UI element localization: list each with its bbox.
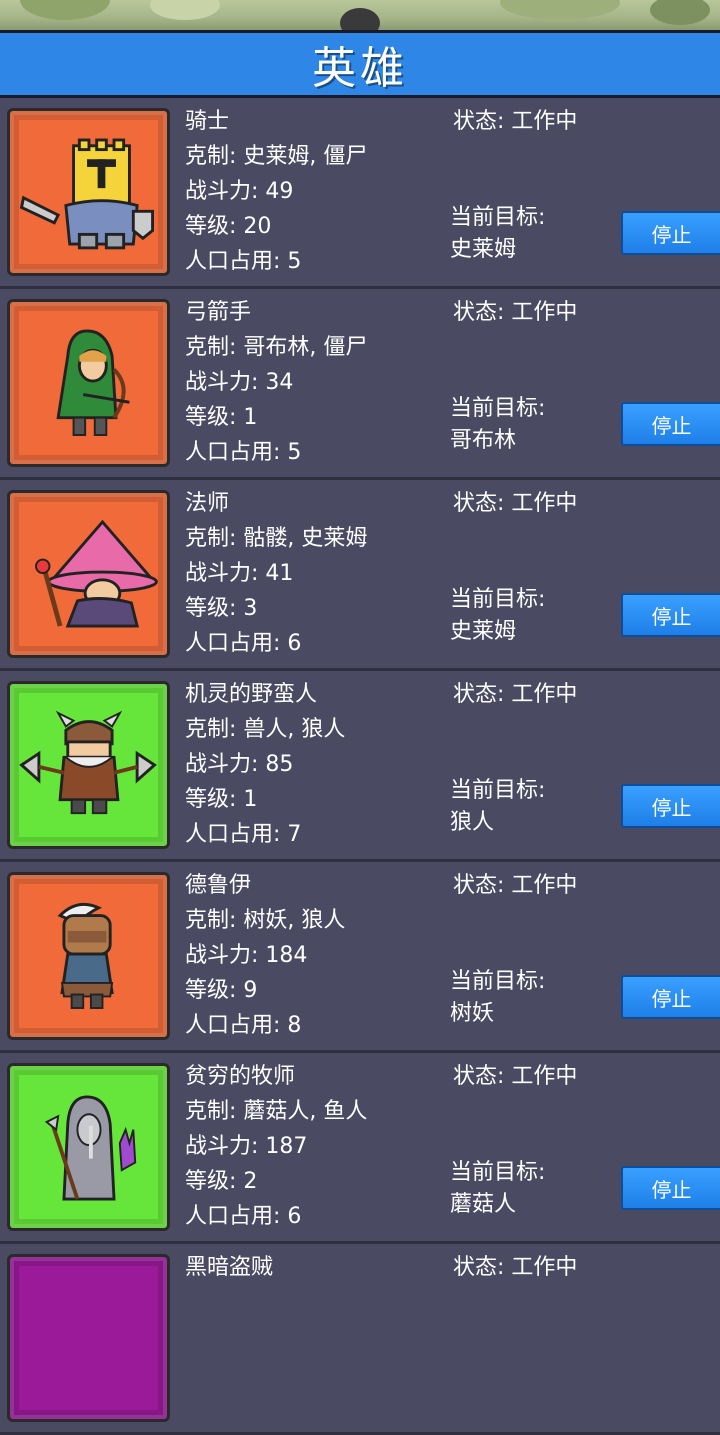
stop-button[interactable]: 停止 (621, 975, 720, 1019)
hero-level: 等级: 20 (185, 214, 272, 239)
hero-power: 战斗力: 187 (185, 1134, 308, 1159)
current-target-value: 哥布林 (450, 428, 517, 453)
current-target-label: 当前目标: (450, 969, 546, 994)
hero-info: 贫穷的牧师克制: 蘑菇人, 鱼人 战斗力: 187 等级: 2 人口占用: 6 (185, 1059, 367, 1234)
hero-name: 法师 (185, 491, 230, 516)
current-target-value: 狼人 (450, 810, 495, 835)
current-target-value: 树妖 (450, 1001, 495, 1026)
stop-button[interactable]: 停止 (621, 211, 720, 255)
hero-row[interactable]: 机灵的野蛮人克制: 兽人, 狼人 战斗力: 85 等级: 1 人口占用: 7 状态: 工… (0, 671, 720, 862)
hero-name: 骑士 (185, 109, 230, 134)
hero-row[interactable]: 贫穷的牧师克制: 蘑菇人, 鱼人 战斗力: 187 等级: 2 人口占用: 6 状态: … (0, 1053, 720, 1244)
hero-power: 战斗力: 184 (185, 943, 308, 968)
hero-power: 战斗力: 34 (185, 370, 294, 395)
stop-button[interactable]: 停止 (621, 784, 720, 828)
hero-power: 战斗力: 85 (185, 752, 294, 777)
hero-status: 状态: 工作中 (453, 109, 578, 134)
hero-name: 机灵的野蛮人 (185, 682, 318, 707)
current-target-label: 当前目标: (450, 396, 546, 421)
hero-level: 等级: 9 (185, 978, 258, 1003)
current-target-label: 当前目标: (450, 778, 546, 803)
hero-row[interactable]: 骑士克制: 史莱姆, 僵尸 战斗力: 49 等级: 20 人口占用: 5 状态: 工作中… (0, 98, 720, 289)
current-target-label: 当前目标: (450, 1160, 546, 1185)
hero-row[interactable]: 德鲁伊克制: 树妖, 狼人 战斗力: 184 等级: 9 人口占用: 8 状态: 工作中… (0, 862, 720, 1053)
hero-level: 等级: 3 (185, 596, 258, 621)
hero-population: 人口占用: 6 (185, 1204, 302, 1229)
hero-level: 等级: 1 (185, 405, 258, 430)
page-title: 英雄 (312, 43, 408, 94)
background-scene (0, 0, 720, 30)
hero-counter: 克制: 树妖, 狼人 (185, 908, 346, 933)
hero-info: 法师克制: 骷髅, 史莱姆 战斗力: 41 等级: 3 人口占用: 6 (185, 486, 367, 661)
hero-counter: 克制: 骷髅, 史莱姆 (185, 526, 368, 551)
hero-list[interactable]: 骑士克制: 史莱姆, 僵尸 战斗力: 49 等级: 20 人口占用: 5 状态: 工作中… (0, 98, 720, 1435)
hero-counter: 克制: 蘑菇人, 鱼人 (185, 1099, 368, 1124)
hero-portrait[interactable] (7, 108, 170, 276)
hero-population: 人口占用: 5 (185, 249, 302, 274)
hero-population: 人口占用: 7 (185, 822, 302, 847)
hero-power: 战斗力: 41 (185, 561, 294, 586)
hero-portrait[interactable] (7, 872, 170, 1040)
hero-name: 德鲁伊 (185, 873, 252, 898)
hero-portrait[interactable] (7, 681, 170, 849)
hero-portrait[interactable] (7, 299, 170, 467)
hero-status: 状态: 工作中 (453, 873, 578, 898)
hero-counter: 克制: 史莱姆, 僵尸 (185, 144, 368, 169)
title-bar: 英雄 (0, 30, 720, 98)
current-target-value: 史莱姆 (450, 237, 517, 262)
stop-button[interactable]: 停止 (621, 402, 720, 446)
hero-power: 战斗力: 49 (185, 179, 294, 204)
current-target-value: 史莱姆 (450, 619, 517, 644)
hero-status: 状态: 工作中 (453, 300, 578, 325)
hero-name: 弓箭手 (185, 300, 252, 325)
current-target-value: 蘑菇人 (450, 1192, 517, 1217)
stop-button[interactable]: 停止 (621, 1166, 720, 1210)
current-target-label: 当前目标: (450, 205, 546, 230)
hero-population: 人口占用: 5 (185, 440, 302, 465)
hero-portrait[interactable] (7, 490, 170, 658)
hero-level: 等级: 1 (185, 787, 258, 812)
hero-status: 状态: 工作中 (453, 1064, 578, 1089)
hero-level: 等级: 2 (185, 1169, 258, 1194)
hero-population: 人口占用: 6 (185, 631, 302, 656)
hero-portrait[interactable] (7, 1254, 170, 1422)
stop-button[interactable]: 停止 (621, 593, 720, 637)
hero-status: 状态: 工作中 (453, 682, 578, 707)
hero-row[interactable]: 弓箭手克制: 哥布林, 僵尸 战斗力: 34 等级: 1 人口占用: 5 状态: 工作中… (0, 289, 720, 480)
hero-info: 德鲁伊克制: 树妖, 狼人 战斗力: 184 等级: 9 人口占用: 8 (185, 868, 345, 1043)
hero-info: 骑士克制: 史莱姆, 僵尸 战斗力: 49 等级: 20 人口占用: 5 (185, 104, 367, 279)
hero-status: 状态: 工作中 (453, 491, 578, 516)
hero-population: 人口占用: 8 (185, 1013, 302, 1038)
hero-name: 贫穷的牧师 (185, 1064, 296, 1089)
current-target-label: 当前目标: (450, 587, 546, 612)
hero-counter: 克制: 哥布林, 僵尸 (185, 335, 368, 360)
hero-counter: 克制: 兽人, 狼人 (185, 717, 346, 742)
hero-row[interactable]: 黑暗盗贼 状态: 工作中 (0, 1244, 720, 1435)
hero-portrait[interactable] (7, 1063, 170, 1231)
hero-info: 弓箭手克制: 哥布林, 僵尸 战斗力: 34 等级: 1 人口占用: 5 (185, 295, 367, 470)
hero-row[interactable]: 法师克制: 骷髅, 史莱姆 战斗力: 41 等级: 3 人口占用: 6 状态: 工作中当… (0, 480, 720, 671)
hero-info: 机灵的野蛮人克制: 兽人, 狼人 战斗力: 85 等级: 1 人口占用: 7 (185, 677, 345, 852)
